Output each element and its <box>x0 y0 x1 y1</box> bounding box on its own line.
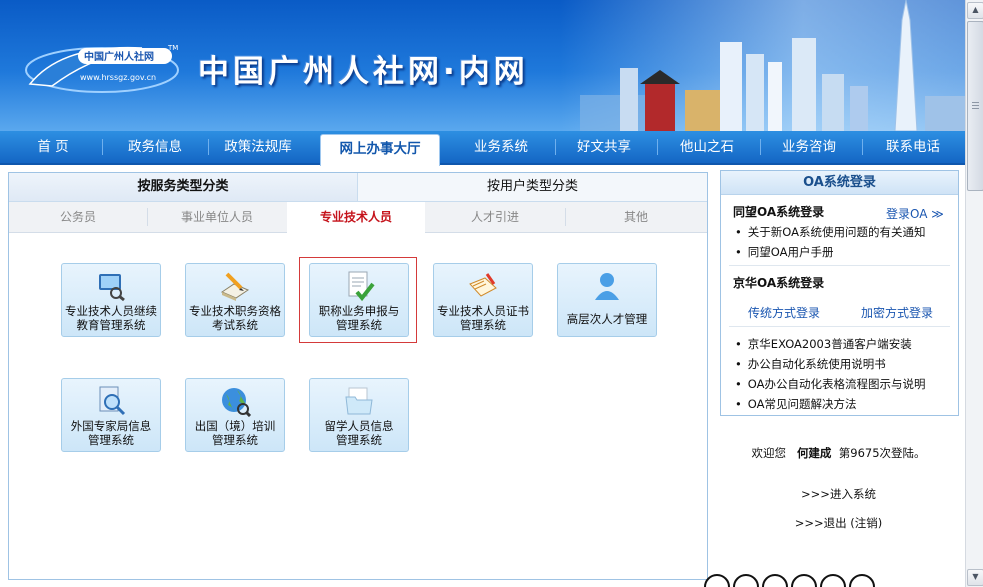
scroll-up-icon[interactable]: ▲ <box>967 2 983 19</box>
tile-label: 留学人员信息 管理系统 <box>324 419 394 447</box>
tile-label: 出国（境）培训 管理系统 <box>194 419 276 447</box>
tile-label: 专业技术人员证书 管理系统 <box>437 304 529 332</box>
tile-label: 专业技术职务资格 考试系统 <box>189 304 281 332</box>
oa-manual-link[interactable]: 同望OA用户手册 <box>735 244 834 260</box>
decorative-circles <box>704 574 878 587</box>
panel-divider <box>729 265 950 266</box>
site-logo-icon: 中国广州人社网 www.hrssgz.gov.cn <box>25 46 179 93</box>
document-magnifier-icon <box>99 386 126 416</box>
nav-item-article-sharing[interactable]: 好文共享 <box>561 131 647 163</box>
tile-label: 专业技术人员继续 教育管理系统 <box>65 304 157 332</box>
circle-shape <box>820 574 846 587</box>
tile-label: 外国专家局信息 管理系统 <box>70 419 152 447</box>
tab-by-user-type[interactable]: 按用户类型分类 <box>358 173 707 201</box>
page: 中国广州人社网 www.hrssgz.gov.cn TM 中国广州人社网·内网 … <box>0 0 965 587</box>
panel-divider <box>729 326 950 327</box>
tab-by-service-type[interactable]: 按服务类型分类 <box>9 173 358 201</box>
circle-shape <box>849 574 875 587</box>
nav-item-government-info[interactable]: 政务信息 <box>112 131 198 163</box>
scroll-thumb[interactable] <box>967 21 983 191</box>
nav-separator <box>555 139 556 155</box>
oa-login-panel: OA系统登录 同望OA系统登录 登录OA ≫ 关于新OA系统使用问题的有关通知 … <box>720 170 959 416</box>
subtab-public-institution-staff[interactable]: 事业单位人员 <box>148 202 286 232</box>
globe-icon <box>222 388 251 417</box>
grip-line <box>972 102 979 103</box>
svg-text:www.hrssgz.gov.cn: www.hrssgz.gov.cn <box>80 73 156 82</box>
tile-high-level-talent-management[interactable]: 高层次人才管理 <box>557 263 657 337</box>
tile-foreign-experts-info-system[interactable]: 外国专家局信息 管理系统 <box>61 378 161 452</box>
oa-flowchart-link[interactable]: OA办公自动化表格流程图示与说明 <box>735 376 926 392</box>
category-tabs: 按服务类型分类 按用户类型分类 <box>9 173 707 202</box>
grip-line <box>972 108 979 109</box>
tongwang-oa-title: 同望OA系统登录 <box>733 205 825 219</box>
welcome-message: 欢迎您 何建成 第9675次登陆。 <box>751 446 926 460</box>
user-type-subtabs: 公务员 事业单位人员 专业技术人员 人才引进 其他 <box>9 202 707 233</box>
vertical-scrollbar[interactable]: ▲ ▼ <box>965 0 983 587</box>
subtab-professional-technical-staff[interactable]: 专业技术人员 <box>287 202 425 233</box>
monitor-search-icon <box>99 274 125 302</box>
subtab-other[interactable]: 其他 <box>566 202 706 232</box>
tongwang-login-link[interactable]: 登录OA ≫ <box>886 205 944 222</box>
circle-shape <box>791 574 817 587</box>
circle-shape <box>762 574 788 587</box>
document-check-icon <box>348 271 375 302</box>
subtab-talent-introduction[interactable]: 人才引进 <box>426 202 564 232</box>
nav-separator <box>862 139 863 155</box>
tile-overseas-training-system[interactable]: 出国（境）培训 管理系统 <box>185 378 285 452</box>
oa-instructions-link[interactable]: 办公自动化系统使用说明书 <box>735 356 886 372</box>
circle-shape <box>704 574 730 587</box>
logout-link[interactable]: >>>退出 (注销) <box>720 515 957 531</box>
certificate-pencil-icon <box>469 273 497 297</box>
user-icon <box>595 273 619 300</box>
nav-item-other-mountains[interactable]: 他山之石 <box>664 131 750 163</box>
oa-panel-title: OA系统登录 <box>721 171 958 195</box>
svg-text:中国广州人社网: 中国广州人社网 <box>84 50 154 63</box>
tile-qualification-exam-system[interactable]: 专业技术职务资格 考试系统 <box>185 263 285 337</box>
service-panel: 按服务类型分类 按用户类型分类 公务员 事业单位人员 专业技术人员 人才引进 其… <box>8 172 708 580</box>
grip-line <box>972 105 979 106</box>
tile-certificate-management-system[interactable]: 专业技术人员证书 管理系统 <box>433 263 533 337</box>
tile-overseas-students-info-system[interactable]: 留学人员信息 管理系统 <box>309 378 409 452</box>
tile-label: 职称业务申报与 管理系统 <box>318 304 400 332</box>
encrypted-login-link[interactable]: 加密方式登录 <box>861 304 933 321</box>
header-banner: 中国广州人社网 www.hrssgz.gov.cn TM 中国广州人社网·内网 <box>0 0 965 131</box>
jinghua-oa-title: 京华OA系统登录 <box>733 276 825 290</box>
logo-tm: TM <box>168 44 179 52</box>
book-pencil-icon <box>220 272 250 301</box>
folder-icon <box>345 387 373 415</box>
oa-notice-link[interactable]: 关于新OA系统使用问题的有关通知 <box>735 224 926 240</box>
nav-item-business-systems[interactable]: 业务系统 <box>458 131 544 163</box>
traditional-login-link[interactable]: 传统方式登录 <box>748 304 820 321</box>
nav-item-business-consulting[interactable]: 业务咨询 <box>766 131 852 163</box>
nav-item-policy-library[interactable]: 政策法规库 <box>215 131 301 163</box>
tile-label: 高层次人才管理 <box>566 312 648 326</box>
nav-item-home[interactable]: 首 页 <box>14 131 92 163</box>
nav-separator <box>208 139 209 155</box>
enter-system-link[interactable]: >>>进入系统 <box>720 486 957 502</box>
tile-title-declaration-system[interactable]: 职称业务申报与 管理系统 <box>309 263 409 337</box>
main-nav: 首 页 政务信息 政策法规库 网上办事大厅 业务系统 好文共享 他山之石 业务咨… <box>0 131 965 166</box>
nav-separator <box>102 139 103 155</box>
exoa-install-link[interactable]: 京华EXOA2003普通客户端安装 <box>735 336 912 352</box>
oa-faq-link[interactable]: OA常见问题解决方法 <box>735 396 857 412</box>
nav-item-contact-phone[interactable]: 联系电话 <box>868 131 958 163</box>
subtab-civil-servants[interactable]: 公务员 <box>9 202 147 232</box>
site-title: 中国广州人社网·内网 <box>198 54 529 90</box>
circle-shape <box>733 574 759 587</box>
city-skyline-icon <box>580 0 965 131</box>
nav-separator <box>760 139 761 155</box>
user-name: 何建成 <box>796 446 832 460</box>
nav-separator <box>657 139 658 155</box>
scroll-down-icon[interactable]: ▼ <box>967 569 983 586</box>
nav-item-online-service-hall[interactable]: 网上办事大厅 <box>320 134 440 166</box>
tile-continuing-education-system[interactable]: 专业技术人员继续 教育管理系统 <box>61 263 161 337</box>
